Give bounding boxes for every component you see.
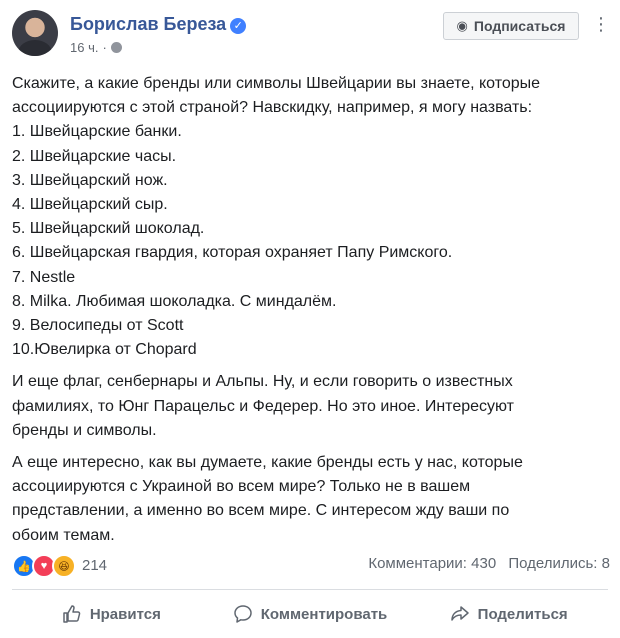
speech-bubble-icon: [233, 604, 253, 624]
more-icon[interactable]: ⋮: [592, 14, 610, 34]
follow-button[interactable]: ◉ Подписаться: [443, 12, 579, 40]
post-time[interactable]: 16 ч.: [70, 40, 98, 55]
share-button-label: Поделиться: [477, 605, 568, 623]
follow-button-label: Подписаться: [473, 18, 566, 34]
post-paragraph-1: Скажите, а какие бренды или символы Швей…: [12, 72, 608, 362]
list-item: 1. Швейцарские банки.: [12, 123, 182, 141]
post-line: фамилиях, то Юнг Парацельс и Федерер. Но…: [12, 397, 514, 415]
reactions-summary[interactable]: 👍 ♥ 😆 214: [12, 554, 107, 578]
verified-badge-icon: ✓: [230, 18, 247, 34]
avatar-shoulders: [18, 40, 52, 56]
author-name-text[interactable]: Борислав Береза: [70, 14, 226, 34]
post-text: Скажите, а какие бренды или символы Швей…: [12, 72, 608, 556]
shares-count[interactable]: Поделились: 8: [508, 555, 610, 572]
engagement-counts: Комментарии: 430 Поделились: 8: [368, 555, 610, 572]
list-item: 9. Велосипеды от Scott: [12, 317, 184, 335]
haha-reaction-icon: 😆: [52, 554, 76, 578]
comment-button-label: Комментировать: [260, 605, 388, 623]
post-line: Скажите, а какие бренды или символы Швей…: [12, 75, 541, 92]
list-item: 4. Швейцарский сыр.: [12, 196, 168, 214]
post-paragraph-3: А еще интересно, как вы думаете, какие б…: [12, 451, 608, 548]
post-line: И еще флаг, сенбернары и Альпы. Ну, и ес…: [12, 373, 513, 391]
post-line: ассоциируются с этой страной? Навскидку,…: [12, 99, 533, 117]
meta-separator: ·: [102, 40, 107, 55]
like-button-label: Нравится: [89, 605, 161, 623]
reaction-count[interactable]: 214: [82, 555, 107, 577]
list-item: 10.Ювелирка от Chopard: [12, 341, 197, 359]
comments-count[interactable]: Комментарии: 430: [368, 555, 496, 572]
list-item: 2. Швейцарские часы.: [12, 147, 177, 165]
rss-icon: ◉: [456, 18, 468, 33]
thumbs-up-icon: [62, 604, 82, 624]
post-line: обоим темам.: [12, 526, 115, 544]
globe-icon: [110, 42, 122, 53]
share-arrow-icon: [450, 604, 470, 624]
list-item: 3. Швейцарский нож.: [12, 171, 168, 189]
list-item: 7. Nestle: [12, 268, 76, 286]
share-button[interactable]: Поделиться: [409, 592, 608, 636]
post-line: А еще интересно, как вы думаете, какие б…: [12, 454, 523, 472]
post-line: бренды и символы.: [12, 421, 157, 439]
divider: [12, 589, 608, 590]
list-item: 6. Швейцарская гвардия, которая охраняет…: [12, 244, 453, 262]
like-button[interactable]: Нравится: [12, 592, 211, 636]
avatar[interactable]: [12, 10, 58, 56]
post-stats: 👍 ♥ 😆 214 Комментарии: 430 Поделились: 8: [12, 552, 610, 578]
comment-button[interactable]: Комментировать: [211, 592, 410, 636]
post-line: ассоциируются с Украиной во всем мире? Т…: [12, 478, 471, 496]
post-paragraph-2: И еще флаг, сенбернары и Альпы. Ну, и ес…: [12, 370, 608, 443]
post-meta: 16 ч. ·: [70, 40, 122, 55]
post-actions: Нравится Комментировать Поделиться: [12, 592, 608, 636]
list-item: 8. Milka. Любимая шоколадка. С миндалём.: [12, 292, 337, 310]
post-header: Борислав Береза ✓ 16 ч. · ◉ Подписаться ⋮: [12, 10, 610, 62]
post-line: представлении, а именно во всем мире. С …: [12, 502, 510, 520]
author-name[interactable]: Борислав Береза ✓: [70, 14, 247, 35]
list-item: 5. Швейцарский шоколад.: [12, 220, 205, 238]
